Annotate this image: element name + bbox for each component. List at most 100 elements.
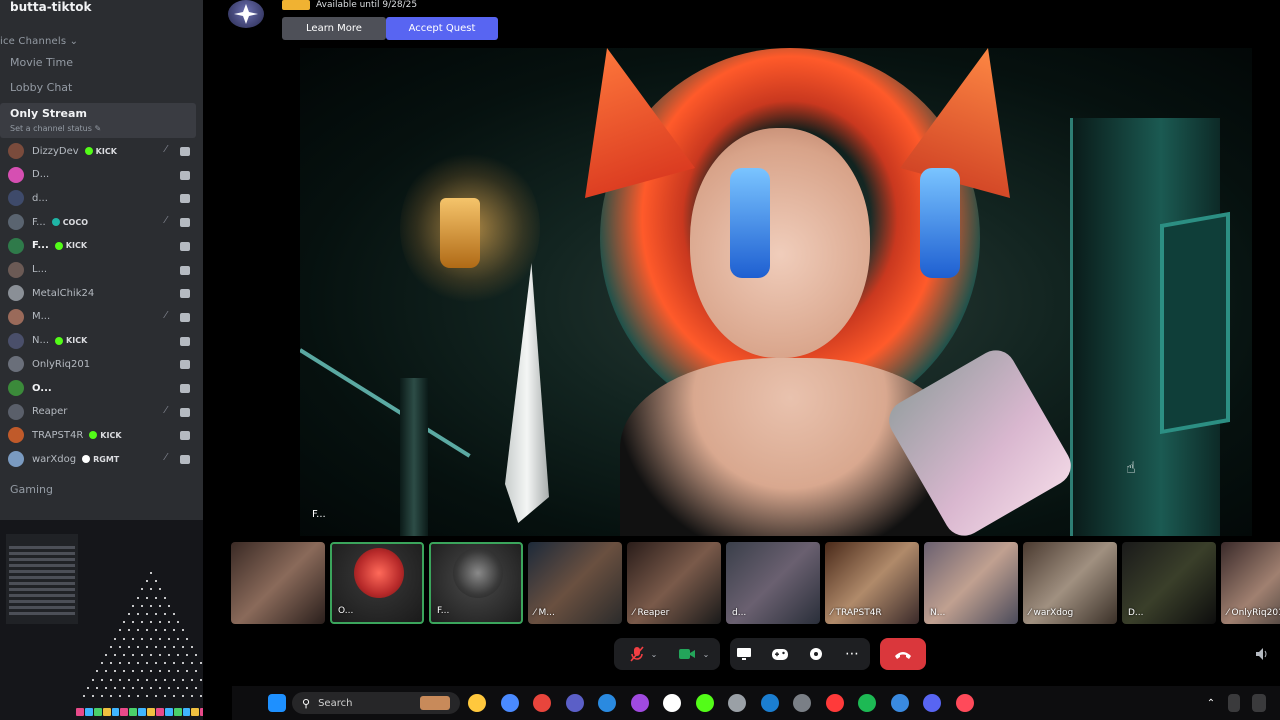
avatar	[8, 451, 24, 468]
learn-more-button[interactable]: Learn More	[282, 17, 386, 40]
voice-channels-header[interactable]: ice Channels ⌄	[0, 36, 78, 47]
chrome-icon[interactable]	[533, 694, 551, 712]
browser-icon[interactable]	[825, 694, 844, 712]
windows-start-icon[interactable]	[268, 694, 286, 712]
peg	[145, 596, 148, 599]
voice-member[interactable]: TRAPST4R KICK	[8, 425, 198, 445]
peg	[168, 637, 170, 640]
messenger-icon[interactable]	[630, 694, 649, 712]
search-label: Search	[318, 697, 353, 709]
participant-tile[interactable]: d...	[726, 542, 820, 624]
peg	[136, 629, 139, 632]
volume-icon[interactable]	[1254, 645, 1270, 663]
search-icon: ⚲	[302, 696, 311, 710]
discord-icon[interactable]	[923, 694, 941, 712]
voice-member[interactable]: F... COCO ⁄	[8, 212, 198, 232]
voice-member[interactable]: M... ⁄	[8, 307, 198, 327]
accept-quest-button[interactable]: Accept Quest	[386, 17, 498, 40]
muted-mic-icon: ⁄	[165, 144, 167, 155]
member-name: F...	[32, 240, 49, 252]
voice-member[interactable]: F... KICK	[8, 236, 198, 256]
badge-label: COCO	[62, 217, 89, 227]
peg	[141, 604, 143, 607]
soundboard-icon[interactable]	[804, 638, 828, 670]
peg	[154, 695, 157, 697]
capture-icon[interactable]	[793, 694, 811, 712]
main-video-feed[interactable]: ☝ F...	[300, 48, 1252, 536]
avatar	[8, 332, 24, 349]
peg	[91, 695, 94, 697]
lantern	[440, 198, 480, 268]
peg	[168, 654, 170, 656]
record-icon[interactable]	[955, 694, 974, 712]
peg	[172, 613, 175, 615]
tray-display-icon[interactable]	[1252, 694, 1266, 712]
channel-gaming[interactable]: Gaming	[10, 483, 53, 496]
knife	[505, 263, 549, 523]
voice-member[interactable]: L...	[8, 260, 198, 280]
tray-chevron-icon[interactable]: ⌃	[1204, 694, 1218, 712]
score-row	[9, 552, 75, 555]
settings-icon[interactable]	[728, 694, 746, 712]
participant-tile[interactable]: N...	[924, 542, 1018, 624]
participant-tile[interactable]: O...	[330, 542, 424, 624]
channel-lobby-chat[interactable]: Lobby Chat	[10, 81, 72, 94]
participant-tile[interactable]: F...	[429, 542, 523, 624]
camera-icon[interactable]	[672, 638, 702, 670]
voice-member[interactable]: O...	[8, 378, 198, 398]
peg	[127, 613, 130, 615]
peg	[195, 654, 197, 656]
voice-member[interactable]: warXdog RGMT ⁄	[8, 449, 198, 469]
quest-availability: Available until 9/28/25	[316, 0, 418, 10]
participant-tile[interactable]: ⁄ warXdog	[1023, 542, 1117, 624]
mic-options-chevron-icon[interactable]: ⌄	[648, 638, 660, 670]
x-icon[interactable]	[663, 694, 681, 712]
camera-options-chevron-icon[interactable]: ⌄	[700, 638, 712, 670]
voice-member[interactable]: DizzyDev KICK ⁄	[8, 141, 198, 161]
participant-tile[interactable]: ⁄ M...	[528, 542, 622, 624]
photos-icon[interactable]	[890, 694, 909, 712]
participant-name: O...	[338, 606, 354, 616]
calendar-icon[interactable]	[598, 694, 616, 712]
peg	[105, 686, 107, 689]
participant-name: d...	[732, 608, 747, 618]
server-name[interactable]: butta-tiktok	[10, 0, 91, 14]
steam-icon[interactable]	[760, 694, 779, 712]
channel-only-stream[interactable]: Only Stream	[10, 107, 87, 120]
more-options-icon[interactable]: ⋯	[840, 638, 864, 670]
voice-member[interactable]: N... KICK	[8, 331, 198, 351]
spotify-icon[interactable]	[858, 694, 876, 712]
disconnect-button[interactable]	[880, 638, 926, 670]
peg	[145, 695, 148, 697]
badge-label: KICK	[65, 241, 88, 251]
voice-member[interactable]: Reaper ⁄	[8, 402, 198, 422]
voice-member[interactable]: MetalChik24	[8, 283, 198, 303]
screen-share-icon[interactable]	[732, 638, 756, 670]
taskbar-search[interactable]: ⚲ Search	[292, 692, 460, 714]
participant-tile[interactable]: ⁄ TRAPST4R	[825, 542, 919, 624]
kick-icon[interactable]	[695, 694, 714, 712]
channel-status[interactable]: Set a channel status ✎	[10, 124, 101, 133]
heart-icon	[55, 336, 64, 345]
voice-member[interactable]: D...	[8, 165, 198, 185]
participant-tile[interactable]: ⁄ Reaper	[627, 542, 721, 624]
participant-tile[interactable]: ⁄ OnlyRiq201	[1221, 542, 1280, 624]
voice-member[interactable]: d...	[8, 188, 198, 208]
participant-tile[interactable]: D...	[1122, 542, 1216, 624]
high-scores-panel	[6, 534, 78, 624]
file-explorer-icon[interactable]	[468, 694, 486, 712]
peg	[163, 613, 166, 615]
activities-gamepad-icon[interactable]	[768, 638, 792, 670]
participant-tile[interactable]	[231, 542, 325, 624]
tray-mic-icon[interactable]	[1228, 694, 1240, 712]
copilot-icon[interactable]	[500, 694, 519, 712]
peg	[199, 695, 202, 697]
member-name: F...	[32, 216, 46, 228]
game-stream-preview	[0, 520, 232, 720]
teams-icon[interactable]	[565, 694, 584, 712]
member-name: D...	[32, 169, 50, 181]
search-highlight-icon	[420, 696, 450, 710]
channel-movie-time[interactable]: Movie Time	[10, 56, 73, 69]
voice-member[interactable]: OnlyRiq201	[8, 354, 198, 374]
camera-on-icon	[180, 384, 190, 393]
